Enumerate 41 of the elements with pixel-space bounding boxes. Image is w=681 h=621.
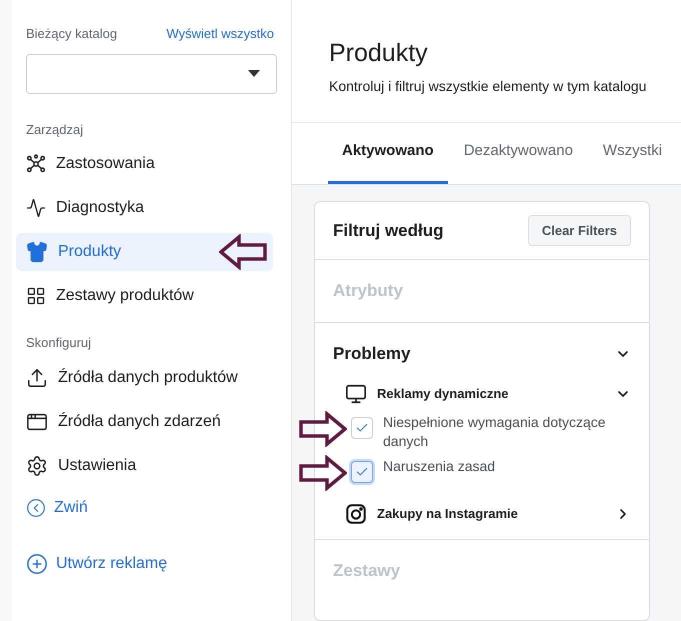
sidebar-item[interactable]: Źródła danych zdarzeń	[16, 402, 273, 440]
grid-icon	[26, 286, 46, 306]
sidebar-item[interactable]: Produkty	[16, 233, 273, 271]
nodes-icon	[26, 154, 46, 174]
chevron-circle-icon	[26, 498, 46, 518]
annotation-arrow-icon	[299, 410, 347, 446]
camera-icon	[345, 502, 367, 524]
settings-icon	[26, 454, 48, 476]
page-subtitle: Kontroluj i filtruj wszystkie elementy w tym katalogu	[329, 77, 648, 96]
filter-title: Filtruj według	[333, 220, 444, 242]
sidebar-item[interactable]: Diagnostyka	[16, 189, 273, 227]
checkbox[interactable]	[351, 416, 373, 438]
annotation-arrow-icon	[219, 234, 267, 270]
filter-group-title[interactable]: Reklamy dynamiczne	[377, 384, 509, 404]
clear-filters-button[interactable]: Clear Filters	[528, 215, 631, 246]
view-all-link[interactable]: Wyświetl wszystko	[166, 24, 274, 44]
catalog-label: Bieżący katalog	[26, 25, 118, 43]
monitor-icon	[345, 382, 367, 404]
shirt-icon	[26, 241, 48, 263]
pulse-icon	[26, 198, 46, 218]
checkbox-label: Niespełnione wymagania dotyczące danych	[383, 412, 607, 450]
section-heading: Skonfiguruj	[25, 334, 92, 352]
section-heading: Zarządzaj	[25, 120, 84, 139]
sidebar-item[interactable]: Ustawienia	[16, 446, 273, 484]
annotation-arrow-icon	[299, 454, 347, 490]
checkbox-label: Naruszenia zasad	[383, 456, 496, 476]
filter-group-title[interactable]: Zakupy na Instagramie	[377, 504, 518, 524]
tab[interactable]: Aktywowano	[328, 122, 448, 184]
sidebar-item[interactable]: Zestawy produktów	[16, 277, 273, 315]
dropdown-caret-icon	[248, 70, 260, 77]
upload-icon	[26, 366, 48, 388]
plus-circle-icon	[26, 552, 48, 574]
create-ad-link[interactable]: Utwórz reklamę	[26, 548, 168, 578]
sidebar-item[interactable]: Zastosowania	[16, 145, 273, 183]
filter-section-title[interactable]: Problemy	[333, 341, 410, 366]
checkbox[interactable]	[351, 460, 373, 482]
tab[interactable]: Wszystki	[588, 122, 676, 184]
sidebar-item[interactable]: Źródła danych produktów	[16, 358, 273, 396]
collapse-link[interactable]: Zwiń	[26, 492, 88, 522]
page-title: Produkty	[329, 38, 429, 68]
tab[interactable]: Dezaktywowano	[450, 122, 587, 184]
